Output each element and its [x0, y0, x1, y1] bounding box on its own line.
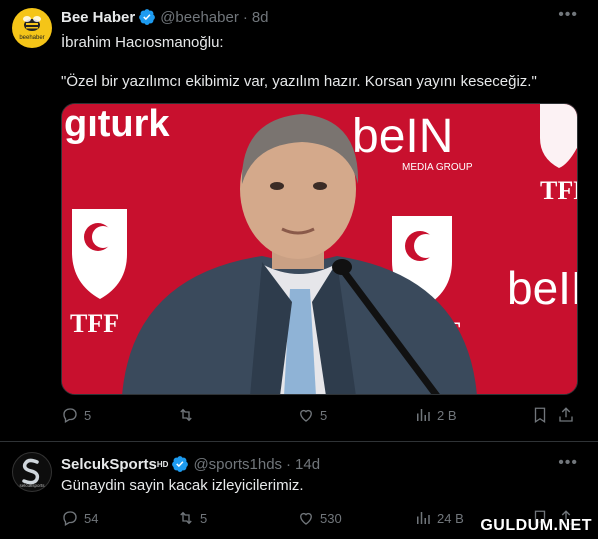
- bookmark-button[interactable]: [531, 406, 549, 424]
- like-count: 5: [320, 407, 328, 423]
- avatar[interactable]: selcuksports: [12, 452, 52, 492]
- tweet-photo[interactable]: gıturk beIN MEDIA GROUP TFF TFF beIN TFF: [61, 103, 578, 395]
- avatar-label: selcuksports: [19, 483, 45, 488]
- views-count: 2 B: [437, 407, 457, 423]
- avatar[interactable]: beehaber: [12, 8, 52, 48]
- backdrop-text: gıturk: [64, 104, 170, 145]
- verified-icon: [139, 9, 156, 25]
- separator-dot: ·: [242, 8, 248, 26]
- like-button[interactable]: 5: [297, 406, 327, 424]
- repost-icon: [180, 408, 192, 422]
- reply-count: 5: [84, 407, 92, 423]
- tweet-header: Bee Haber @beehaber · 8d: [61, 8, 269, 26]
- share-button[interactable]: [557, 406, 575, 424]
- tweet-actions: 5 5 2 B: [61, 406, 582, 428]
- views-button[interactable]: 2 B: [414, 406, 457, 424]
- author-name[interactable]: SelcukSports: [61, 456, 157, 473]
- reply-icon: [63, 408, 77, 423]
- press-conference-photo: gıturk beIN MEDIA GROUP TFF TFF beIN TFF: [62, 104, 578, 394]
- views-icon: [417, 512, 430, 524]
- backdrop-text: beIN: [507, 262, 578, 314]
- reply-count: 54: [84, 510, 99, 526]
- tweet-age[interactable]: 14d: [295, 456, 320, 473]
- views-button[interactable]: 24 B: [414, 509, 464, 527]
- backdrop-text: beIN: [352, 110, 453, 163]
- verified-icon: [172, 456, 189, 472]
- author-handle[interactable]: @sports1hds: [193, 456, 282, 473]
- separator-dot: ·: [286, 455, 292, 473]
- more-icon[interactable]: •••: [558, 6, 578, 24]
- repost-button[interactable]: [177, 406, 200, 424]
- backdrop-text: MEDIA GROUP: [402, 162, 473, 173]
- repost-count: 5: [200, 510, 208, 526]
- author-name[interactable]: Bee Haber: [61, 9, 135, 26]
- tweet-header: SelcukSports HD @sports1hds · 14d: [61, 455, 320, 473]
- name-badge: HD: [156, 459, 169, 469]
- tweet-text: "Özel bir yazılımcı ekibimiz var, yazılı…: [61, 73, 537, 90]
- reply-button[interactable]: 54: [61, 509, 98, 527]
- tweet-text: Günaydin sayin kacak izleyicilerimiz.: [61, 477, 304, 494]
- like-count: 530: [320, 510, 342, 526]
- share-icon: [559, 407, 573, 422]
- avatar-label: beehaber: [19, 35, 44, 41]
- views-icon: [417, 409, 430, 421]
- backdrop-text: TFF: [70, 309, 119, 338]
- repost-button[interactable]: 5: [177, 509, 207, 527]
- watermark: GULDUM.NET: [480, 517, 592, 534]
- bookmark-icon: [534, 407, 546, 424]
- like-icon: [300, 409, 312, 422]
- author-handle[interactable]: @beehaber: [160, 9, 239, 26]
- tweet-text: İbrahim Hacıosmanoğlu:: [61, 34, 224, 51]
- bee-logo-icon: beehaber: [19, 16, 45, 41]
- reply-icon: [63, 511, 77, 526]
- tweet[interactable]: beehaber Bee Haber @beehaber · 8d ••• İb…: [0, 0, 598, 441]
- reply-button[interactable]: 5: [61, 406, 91, 424]
- like-button[interactable]: 530: [297, 509, 342, 527]
- repost-icon: [180, 511, 192, 525]
- backdrop-text: TFF: [540, 176, 578, 205]
- views-count: 24 B: [437, 510, 464, 526]
- more-icon[interactable]: •••: [558, 454, 578, 472]
- like-icon: [300, 512, 312, 525]
- tweet-age[interactable]: 8d: [252, 9, 269, 26]
- selcuksports-logo-icon: selcuksports: [19, 458, 45, 488]
